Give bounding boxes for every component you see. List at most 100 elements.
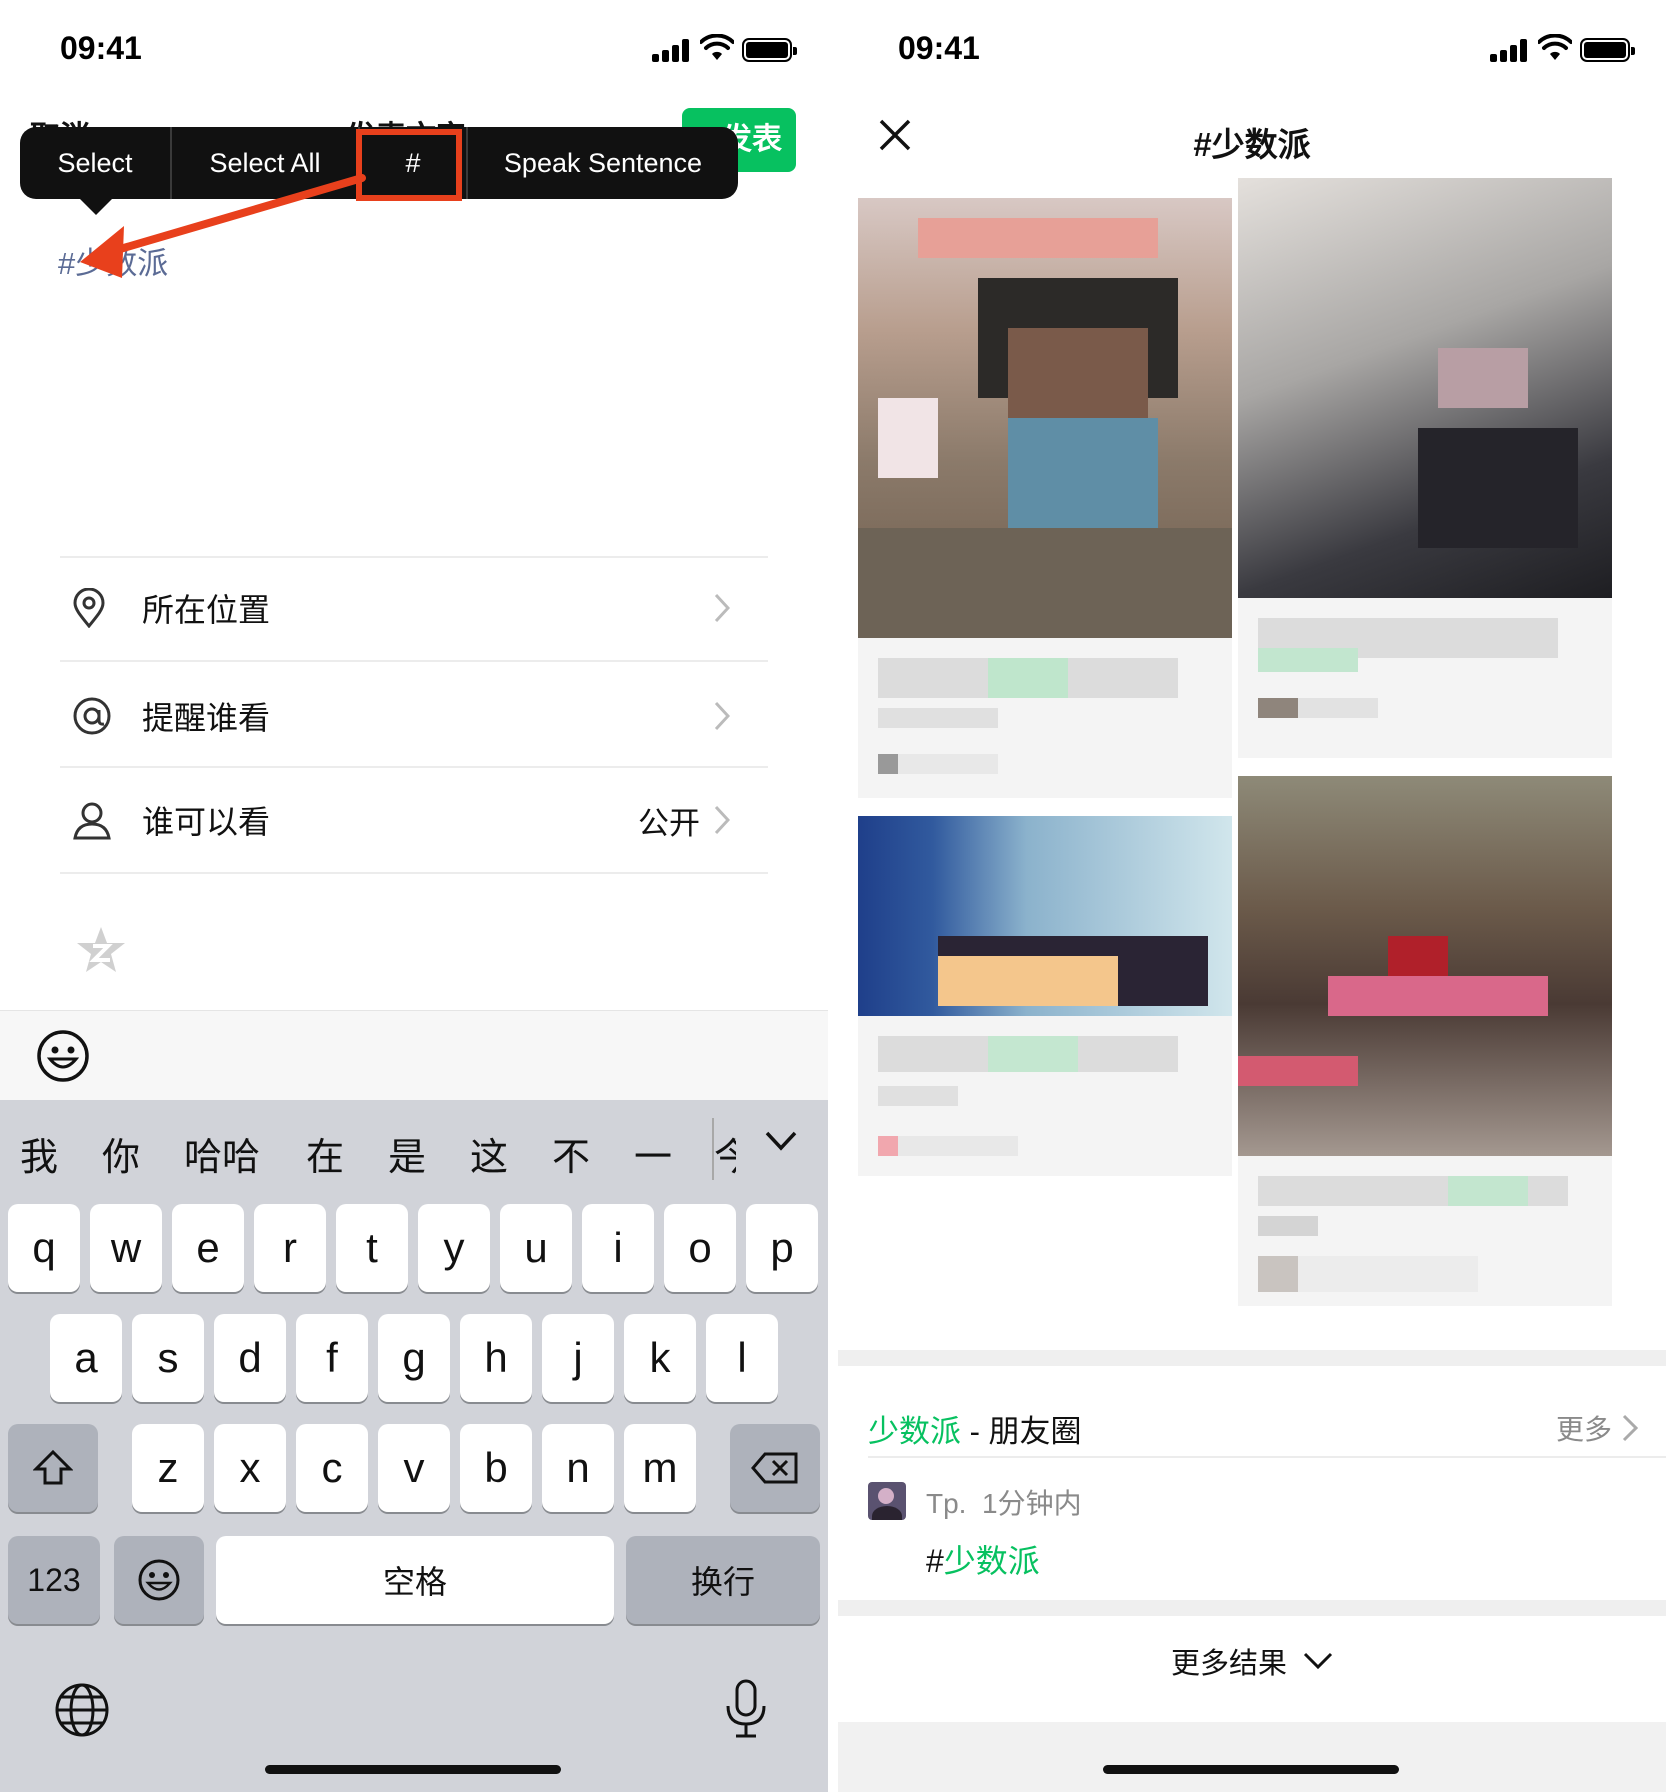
- chevron-right-icon: [714, 701, 730, 731]
- key-k[interactable]: k: [624, 1314, 696, 1402]
- numbers-key[interactable]: 123: [8, 1536, 100, 1624]
- chevron-right-icon: [714, 593, 730, 623]
- keyboard: 我 你 哈哈 在 是 这 不 一 今 123 空格 换行 qwer t y u …: [0, 1100, 828, 1792]
- key-n[interactable]: n: [542, 1424, 614, 1512]
- candidate-word[interactable]: 一: [634, 1126, 672, 1181]
- menu-speak-sentence[interactable]: Speak Sentence: [468, 127, 738, 199]
- chevron-right-icon: [1622, 1414, 1638, 1442]
- wifi-icon: [1538, 34, 1572, 60]
- key-l[interactable]: l: [706, 1314, 778, 1402]
- key-x[interactable]: x: [214, 1424, 286, 1512]
- hashtag-highlight-box: [356, 129, 462, 201]
- key-y[interactable]: y: [418, 1204, 490, 1292]
- more-label: 更多: [1555, 1414, 1612, 1445]
- moment-hash: #: [926, 1543, 944, 1579]
- moment-meta: Tp. 1分钟内: [926, 1482, 1082, 1522]
- candidate-divider: [712, 1118, 714, 1180]
- delete-key[interactable]: [730, 1424, 820, 1512]
- key-w[interactable]: w: [90, 1204, 162, 1292]
- key-m[interactable]: m: [624, 1424, 696, 1512]
- key-b[interactable]: b: [460, 1424, 532, 1512]
- key-d[interactable]: d: [214, 1314, 286, 1402]
- avatar[interactable]: [868, 1482, 906, 1520]
- key-v[interactable]: v: [378, 1424, 450, 1512]
- key-f[interactable]: f: [296, 1314, 368, 1402]
- candidate-word[interactable]: 你: [102, 1126, 140, 1181]
- image-card[interactable]: [858, 816, 1232, 1176]
- moments-section-header: 少数派 - 朋友圈 更多: [868, 1398, 1638, 1458]
- key-u[interactable]: u: [500, 1204, 572, 1292]
- right-phone-screen: 09:41 #少数派 少数派 - 朋友圈 更多 Tp. 1分钟内 #少数派 更多…: [838, 0, 1666, 1792]
- emoji-key[interactable]: [114, 1536, 204, 1624]
- chevron-down-icon: [1303, 1652, 1333, 1670]
- at-sign-icon: [73, 697, 111, 735]
- section-suffix: - 朋友圈: [961, 1413, 1082, 1449]
- moment-time: 1分钟内: [982, 1488, 1082, 1519]
- key-h[interactable]: h: [460, 1314, 532, 1402]
- option-visibility[interactable]: 谁可以看 公开: [60, 768, 768, 872]
- battery-icon: [1580, 38, 1635, 62]
- image-card[interactable]: [1238, 178, 1612, 758]
- key-r[interactable]: r: [254, 1204, 326, 1292]
- section-divider: [838, 1350, 1666, 1366]
- key-q[interactable]: q: [8, 1204, 80, 1292]
- moment-tag[interactable]: 少数派: [944, 1543, 1040, 1579]
- candidate-word[interactable]: 这: [470, 1126, 508, 1181]
- star-icon[interactable]: [74, 924, 128, 976]
- menu-select-all[interactable]: Select All: [172, 127, 358, 199]
- left-phone-screen: 09:41 取消 发表文字 发表 Select Select All # Spe…: [0, 0, 828, 1792]
- key-p[interactable]: p: [746, 1204, 818, 1292]
- home-indicator: [1103, 1765, 1399, 1774]
- key-o[interactable]: o: [664, 1204, 736, 1292]
- key-e[interactable]: e: [172, 1204, 244, 1292]
- return-key[interactable]: 换行: [626, 1536, 820, 1624]
- key-a[interactable]: a: [50, 1314, 122, 1402]
- globe-icon[interactable]: [54, 1682, 110, 1738]
- battery-icon: [742, 38, 797, 62]
- shift-icon: [33, 1449, 73, 1485]
- backspace-icon: [751, 1452, 798, 1484]
- chevron-down-icon[interactable]: [764, 1130, 798, 1152]
- emoji-toolbar: [0, 1010, 828, 1100]
- emoji-icon[interactable]: [36, 1029, 90, 1083]
- cellular-signal-icon: [652, 38, 692, 62]
- shift-key[interactable]: [8, 1424, 98, 1512]
- hashtag-image-grid: [838, 170, 1666, 1340]
- key-z[interactable]: z: [132, 1424, 204, 1512]
- key-j[interactable]: j: [542, 1314, 614, 1402]
- candidate-word[interactable]: 在: [306, 1126, 344, 1181]
- status-bar: 09:41: [0, 0, 828, 100]
- hashtag-page-title: #少数派: [1193, 126, 1311, 163]
- option-label: 谁可以看: [142, 804, 271, 840]
- candidate-word[interactable]: 是: [388, 1126, 426, 1181]
- location-pin-icon: [73, 588, 105, 628]
- person-icon: [73, 802, 111, 840]
- option-mention[interactable]: 提醒谁看: [60, 664, 768, 768]
- candidate-word[interactable]: 我: [20, 1126, 58, 1181]
- cellular-signal-icon: [1490, 38, 1530, 62]
- section-divider: [838, 1600, 1666, 1616]
- candidate-word[interactable]: 不: [552, 1126, 590, 1181]
- more-link[interactable]: 更多: [1556, 1408, 1638, 1448]
- more-results-button[interactable]: 更多结果: [838, 1640, 1666, 1682]
- menu-select[interactable]: Select: [20, 127, 170, 199]
- key-c[interactable]: c: [296, 1424, 368, 1512]
- option-location[interactable]: 所在位置: [60, 556, 768, 660]
- space-key[interactable]: 空格: [216, 1536, 614, 1624]
- key-s[interactable]: s: [132, 1314, 204, 1402]
- candidate-bar: 我 你 哈哈 在 是 这 不 一 今: [0, 1100, 828, 1200]
- candidate-word[interactable]: 哈哈: [184, 1126, 260, 1181]
- post-text-hashtag[interactable]: #少数派: [58, 238, 168, 283]
- home-indicator: [265, 1765, 561, 1774]
- image-card[interactable]: [1238, 776, 1612, 1306]
- key-t[interactable]: t: [336, 1204, 408, 1292]
- option-label: 提醒谁看: [142, 700, 271, 736]
- moment-text: #少数派: [926, 1536, 1040, 1582]
- option-label: 所在位置: [142, 592, 271, 628]
- key-g[interactable]: g: [378, 1314, 450, 1402]
- candidate-word[interactable]: 今: [714, 1126, 736, 1181]
- microphone-icon[interactable]: [724, 1678, 768, 1740]
- wifi-icon: [700, 34, 734, 60]
- key-i[interactable]: i: [582, 1204, 654, 1292]
- image-card[interactable]: [858, 198, 1232, 798]
